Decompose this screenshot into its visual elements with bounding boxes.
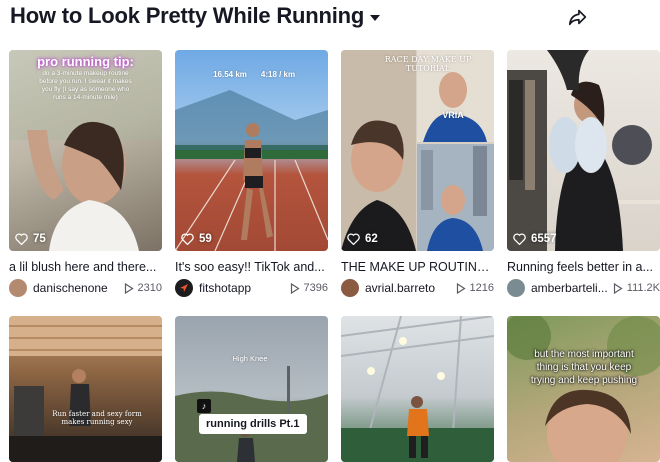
avatar[interactable] xyxy=(175,279,193,297)
collection-title-dropdown[interactable]: How to Look Pretty While Running xyxy=(10,2,381,30)
thumbnail-art xyxy=(341,50,494,251)
like-count-value: 75 xyxy=(33,233,46,245)
avatar[interactable] xyxy=(341,279,359,297)
view-count: 111.2K xyxy=(613,282,660,294)
view-count: 2310 xyxy=(124,282,162,294)
avatar[interactable] xyxy=(507,279,525,297)
view-count: 1216 xyxy=(456,282,494,294)
overlay-tag-text: running drills Pt.1 xyxy=(206,418,300,430)
overlay-tag: ♪ running drills Pt.1 xyxy=(197,399,307,434)
video-card[interactable] xyxy=(341,316,494,462)
overlay-body: do a 3-minute makeup routine before you … xyxy=(39,70,132,101)
video-card[interactable]: but the most important thing is that you… xyxy=(507,316,660,462)
like-count: 75 xyxy=(15,233,46,245)
overlay-bib: VRIA xyxy=(442,110,464,120)
share-icon xyxy=(568,9,587,26)
author-name[interactable]: avrial.barreto xyxy=(365,281,435,295)
chevron-down-icon xyxy=(370,15,381,21)
video-caption[interactable]: Running feels better in a... xyxy=(507,259,660,275)
video-caption[interactable]: a lil blush here and there... xyxy=(9,259,162,275)
play-icon xyxy=(290,282,300,294)
overlay-label: High Knee xyxy=(232,354,268,363)
video-card[interactable]: Run faster and sexy form makes running s… xyxy=(9,316,162,462)
thumbnail-art xyxy=(9,316,162,462)
author-name[interactable]: amberbarteli... xyxy=(531,281,608,295)
view-count-value: 1216 xyxy=(469,282,494,294)
avatar[interactable] xyxy=(9,279,27,297)
video-caption[interactable]: THE MAKE UP ROUTINE... xyxy=(341,259,494,275)
video-meta: fitshotapp 7396 xyxy=(175,279,328,297)
page-title: How to Look Pretty While Running xyxy=(10,3,365,28)
share-button[interactable] xyxy=(567,6,589,28)
video-thumbnail[interactable]: Run faster and sexy form makes running s… xyxy=(9,316,162,462)
view-count: 7396 xyxy=(290,282,328,294)
video-card[interactable]: 16.54 km 4:18 / km 59 It's soo easy!! Ti… xyxy=(175,50,328,300)
collection-header: How to Look Pretty While Running xyxy=(10,2,650,34)
heart-icon xyxy=(15,233,28,245)
video-card[interactable]: pro running tip: do a 3-minute makeup ro… xyxy=(9,50,162,300)
navigation-arrow-icon xyxy=(180,284,188,292)
overlay-text: but the most important thing is that you… xyxy=(530,349,638,386)
thumbnail-art xyxy=(175,366,328,462)
video-meta: danischenone 2310 xyxy=(9,279,162,297)
video-card[interactable]: 6557 Running feels better in a... amberb… xyxy=(507,50,660,300)
overlay-headline: RACE DAY MAKE UP TUTORIAL xyxy=(384,55,472,73)
thumbnail-art xyxy=(175,90,328,251)
thumbnail-art xyxy=(507,50,660,251)
overlay-text: Run faster and sexy form makes running s… xyxy=(52,410,142,426)
video-meta: amberbarteli... 111.2K xyxy=(507,279,660,297)
video-thumbnail[interactable]: 16.54 km 4:18 / km 59 xyxy=(175,50,328,251)
heart-icon xyxy=(513,233,526,245)
play-icon xyxy=(456,282,466,294)
video-card[interactable]: RACE DAY MAKE UP TUTORIAL VRIA 62 THE MA… xyxy=(341,50,494,300)
like-count: 62 xyxy=(347,233,378,245)
play-icon xyxy=(613,282,623,294)
video-thumbnail[interactable]: 6557 xyxy=(507,50,660,251)
video-thumbnail[interactable]: High Knee ♪ running drills Pt.1 xyxy=(175,316,328,462)
like-count-value: 62 xyxy=(365,233,378,245)
like-count-value: 59 xyxy=(199,233,212,245)
video-caption[interactable]: It's soo easy!! TikTok and... xyxy=(175,259,328,275)
heart-icon xyxy=(181,233,194,245)
video-card[interactable]: High Knee ♪ running drills Pt.1 xyxy=(175,316,328,462)
overlay-pace: 4:18 / km xyxy=(260,70,296,79)
tiktok-logo-icon: ♪ xyxy=(197,399,211,413)
thumbnail-art xyxy=(341,316,494,462)
author-name[interactable]: fitshotapp xyxy=(199,281,251,295)
video-thumbnail[interactable]: RACE DAY MAKE UP TUTORIAL VRIA 62 xyxy=(341,50,494,251)
overlay-distance: 16.54 km xyxy=(213,70,247,79)
like-count-value: 6557 xyxy=(531,233,557,245)
video-thumbnail[interactable]: pro running tip: do a 3-minute makeup ro… xyxy=(9,50,162,251)
play-icon xyxy=(124,282,134,294)
like-count: 59 xyxy=(181,233,212,245)
thumbnail-art xyxy=(507,316,660,462)
like-count: 6557 xyxy=(513,233,557,245)
video-meta: avrial.barreto 1216 xyxy=(341,279,494,297)
heart-icon xyxy=(347,233,360,245)
view-count-value: 2310 xyxy=(137,282,162,294)
video-thumbnail[interactable] xyxy=(341,316,494,462)
overlay-headline: pro running tip: xyxy=(37,54,134,69)
view-count-value: 111.2K xyxy=(626,282,660,294)
video-thumbnail[interactable]: but the most important thing is that you… xyxy=(507,316,660,462)
view-count-value: 7396 xyxy=(303,282,328,294)
author-name[interactable]: danischenone xyxy=(33,281,108,295)
